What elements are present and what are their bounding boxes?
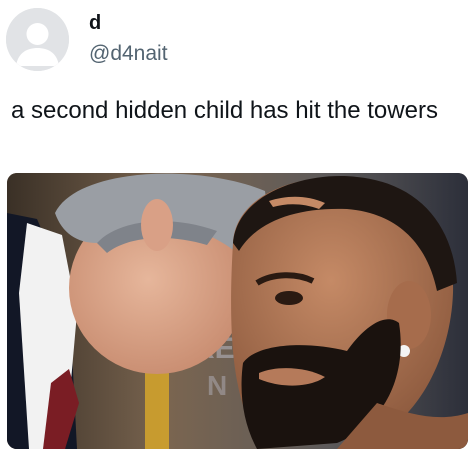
tweet-image[interactable]: RE N: [7, 173, 468, 449]
svg-text:N: N: [207, 370, 227, 401]
tweet-text: a second hidden child has hit the towers: [11, 97, 438, 124]
default-profile-icon: [6, 8, 69, 71]
tweet-card[interactable]: d @d4nait a second hidden child has hit …: [0, 0, 474, 457]
avatar[interactable]: [6, 8, 69, 71]
user-handle[interactable]: @d4nait: [89, 42, 168, 66]
display-name[interactable]: d: [89, 12, 101, 35]
photo: RE N: [7, 173, 468, 449]
